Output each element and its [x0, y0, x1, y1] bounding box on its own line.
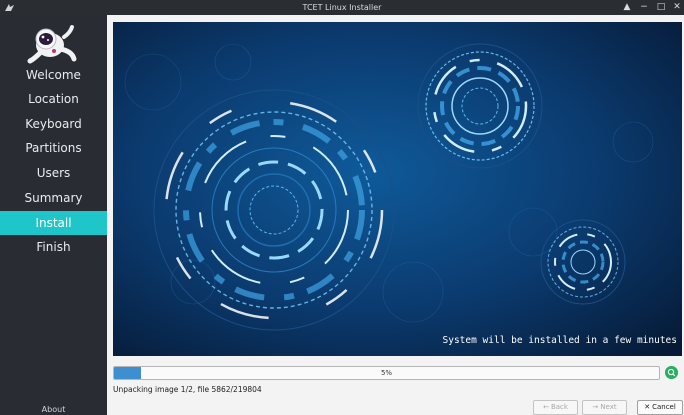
close-icon[interactable]: ✕ — [671, 1, 683, 14]
about-button[interactable]: About — [0, 405, 107, 414]
cancel-button[interactable]: ✕ Cancel — [637, 400, 683, 415]
minimize-icon[interactable]: − — [638, 1, 650, 14]
next-arrow-icon: → — [592, 403, 599, 411]
cancel-x-icon: ✕ — [644, 403, 651, 411]
install-progress-bar: 5% — [113, 366, 660, 380]
sidebar-item-summary[interactable]: Summary — [0, 186, 107, 210]
window-titlebar: TCET Linux Installer ▲ − □ ✕ — [0, 0, 684, 15]
next-button[interactable]: → Next — [582, 400, 627, 415]
next-button-label: Next — [600, 403, 617, 411]
sidebar-item-finish[interactable]: Finish — [0, 235, 107, 259]
window-title: TCET Linux Installer — [302, 3, 382, 12]
install-status-text: Unpacking image 1/2, file 5862/219804 — [113, 385, 262, 394]
sidebar-item-location[interactable]: Location — [0, 87, 107, 111]
sidebar: Welcome Location Keyboard Partitions Use… — [0, 15, 107, 415]
astronaut-logo — [27, 25, 77, 64]
back-arrow-icon: ← — [543, 403, 549, 411]
back-button-label: Back — [550, 403, 568, 411]
main-panel: System will be installed in a few minute… — [107, 15, 684, 415]
sidebar-item-welcome[interactable]: Welcome — [0, 63, 107, 87]
sidebar-item-partitions[interactable]: Partitions — [0, 136, 107, 160]
show-log-icon[interactable] — [665, 366, 678, 379]
sidebar-item-keyboard[interactable]: Keyboard — [0, 112, 107, 136]
cancel-button-label: Cancel — [652, 403, 676, 411]
maximize-icon[interactable]: □ — [655, 1, 667, 14]
progress-percent: 5% — [380, 369, 393, 377]
back-button[interactable]: ← Back — [533, 400, 578, 415]
installer-slideshow: System will be installed in a few minute… — [113, 22, 682, 356]
sidebar-item-install[interactable]: Install — [0, 211, 107, 235]
sidebar-item-users[interactable]: Users — [0, 161, 107, 185]
slideshow-caption: System will be installed in a few minute… — [442, 335, 678, 346]
keep-above-icon[interactable]: ▲ — [621, 1, 633, 14]
